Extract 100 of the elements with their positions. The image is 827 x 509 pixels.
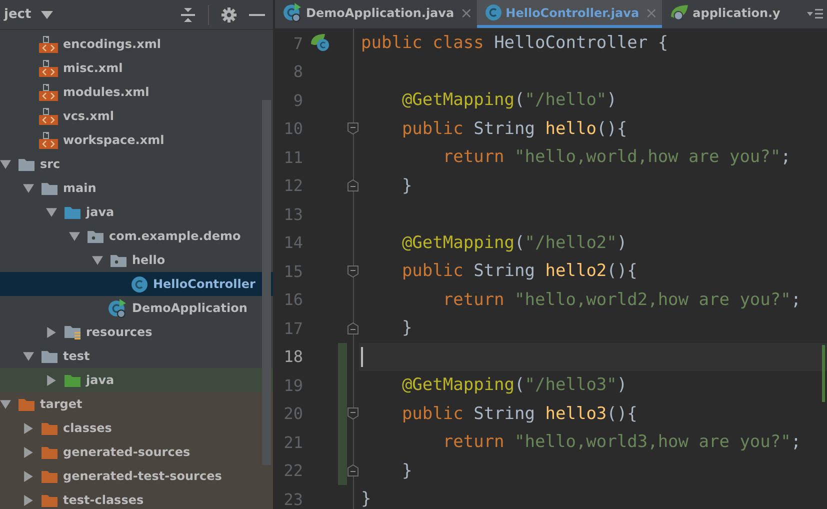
tree-item-row[interactable]: HelloController [0,272,273,296]
editor-line[interactable]: 15 public String hello2(){ [275,257,827,286]
file-name[interactable]: workspace.xml [63,133,164,147]
expanded-arrow-icon[interactable] [0,158,11,170]
folder-icon [41,445,58,459]
editor-line[interactable]: 20 public String hello3(){ [275,400,827,428]
tree-item-label[interactable]: test [63,349,90,363]
file-name[interactable]: encodings.xml [63,37,161,51]
line-number: 7 [292,34,303,53]
fold-marker-icon[interactable] [347,264,359,278]
collapsed-arrow-icon[interactable] [23,446,34,458]
tree-item-label[interactable]: java [86,373,114,387]
tree-item-label[interactable]: target [40,397,82,411]
editor-line[interactable]: 16 return "hello,world2,how are you?"; [275,286,827,314]
expanded-arrow-icon[interactable] [23,182,34,194]
fold-marker-icon[interactable] [347,407,359,420]
tree-item-label[interactable]: hello [132,253,166,267]
editor-tab[interactable]: DemoApplication.java × [275,0,477,28]
folder-icon [64,373,81,387]
settings-icon[interactable] [221,6,237,22]
xml-file-icon [39,108,58,124]
editor-tab[interactable]: application.y [662,0,784,28]
fold-marker-icon[interactable] [347,464,359,478]
text-cursor [361,346,363,367]
xml-file-icon [39,132,58,148]
folder-icon [41,469,58,483]
code-line: } [402,176,412,196]
folder-icon [41,181,58,195]
editor-line[interactable]: 11 return "hello,world,how are you?"; [275,143,827,172]
class-icon [484,4,502,21]
expanded-arrow-icon[interactable] [92,254,103,266]
line-number: 23 [282,490,303,509]
code-line: return "hello,world3,how are you?"; [442,432,802,452]
line-number: 14 [282,233,303,252]
package-icon [87,229,104,243]
editor-line[interactable]: 23 } [275,485,827,509]
xml-file-icon [39,36,58,52]
editor-line[interactable]: 12 } [275,172,827,200]
expanded-arrow-icon[interactable] [69,230,80,242]
folder-icon [41,421,58,435]
tree-item-label[interactable]: main [63,181,96,195]
expanded-arrow-icon[interactable] [46,206,57,218]
minimize-icon[interactable] [249,12,265,16]
line-number: 16 [282,290,303,310]
tree-item-label[interactable]: com.example.demo [109,229,241,243]
expanded-arrow-icon[interactable] [23,350,34,362]
line-number: 8 [292,62,303,82]
collapsed-arrow-icon[interactable] [46,374,57,386]
expanded-arrow-icon[interactable] [0,398,11,410]
class-icon [131,276,148,292]
collapsed-arrow-icon[interactable] [23,422,34,434]
code-line: return "hello,world2,how are you?"; [442,290,802,310]
folder-icon [41,493,58,507]
dropdown-icon[interactable] [41,10,54,18]
code-line: public String hello3(){ [402,404,638,424]
code-line: public class HelloController { [361,33,668,54]
folder-icon [18,397,35,411]
spring-app-icon [108,298,127,318]
scrollbar-thumb[interactable] [262,100,271,465]
fold-marker-icon[interactable] [347,179,359,192]
tree-item-label[interactable]: resources [86,325,152,339]
editor-line[interactable]: 7 public class HelloController { [275,29,827,58]
fold-marker-icon[interactable] [347,322,359,335]
editor-line[interactable]: 22 } [275,456,827,485]
line-number: 17 [282,318,303,338]
line-number: 21 [282,432,303,452]
editor-line[interactable]: 10 public String hello(){ [275,114,827,143]
tree-item-label[interactable]: java [86,205,114,219]
bean-class-icon [310,34,330,52]
line-number: 13 [282,204,303,224]
editor-line[interactable]: 19 @GetMapping("/hello3") [275,371,827,400]
line-number: 15 [282,262,303,281]
fold-marker-icon[interactable] [347,122,359,136]
code-line: return "hello,world,how are you?"; [442,147,791,168]
tree-item-label[interactable]: classes [63,421,112,435]
code-line: public String hello(){ [402,118,628,139]
editor-line[interactable]: 14 @GetMapping("/hello2") [275,228,827,257]
tree-item-label[interactable]: test-classes [63,493,144,507]
collapsed-arrow-icon[interactable] [23,470,34,482]
editor-tab[interactable]: HelloController.java × [476,0,662,28]
editor-line[interactable]: 9 @GetMapping("/hello") [275,86,827,114]
editor-line[interactable]: 21 return "hello,world3,how are you?"; [275,428,827,456]
collapsed-arrow-icon[interactable] [46,326,57,338]
tree-item-row[interactable]: DemoApplication [0,296,273,320]
panel-title[interactable]: ject [4,7,32,22]
line-number: 9 [292,90,303,110]
tree-item-label: DemoApplication [132,301,248,315]
collapse-all-icon[interactable] [180,6,196,22]
tab-list-icon[interactable] [807,8,823,20]
file-name[interactable]: modules.xml [63,85,150,99]
file-name[interactable]: misc.xml [63,61,123,75]
editor-line[interactable]: 17 } [275,314,827,342]
line-number: 11 [282,148,303,167]
change-marker [822,345,825,402]
code-line: } [361,489,372,509]
collapsed-arrow-icon[interactable] [23,494,34,506]
line-number: 18 [282,347,303,366]
folder-icon [64,205,81,219]
file-name[interactable]: vcs.xml [63,109,114,123]
tree-item-label[interactable]: src [40,157,60,171]
